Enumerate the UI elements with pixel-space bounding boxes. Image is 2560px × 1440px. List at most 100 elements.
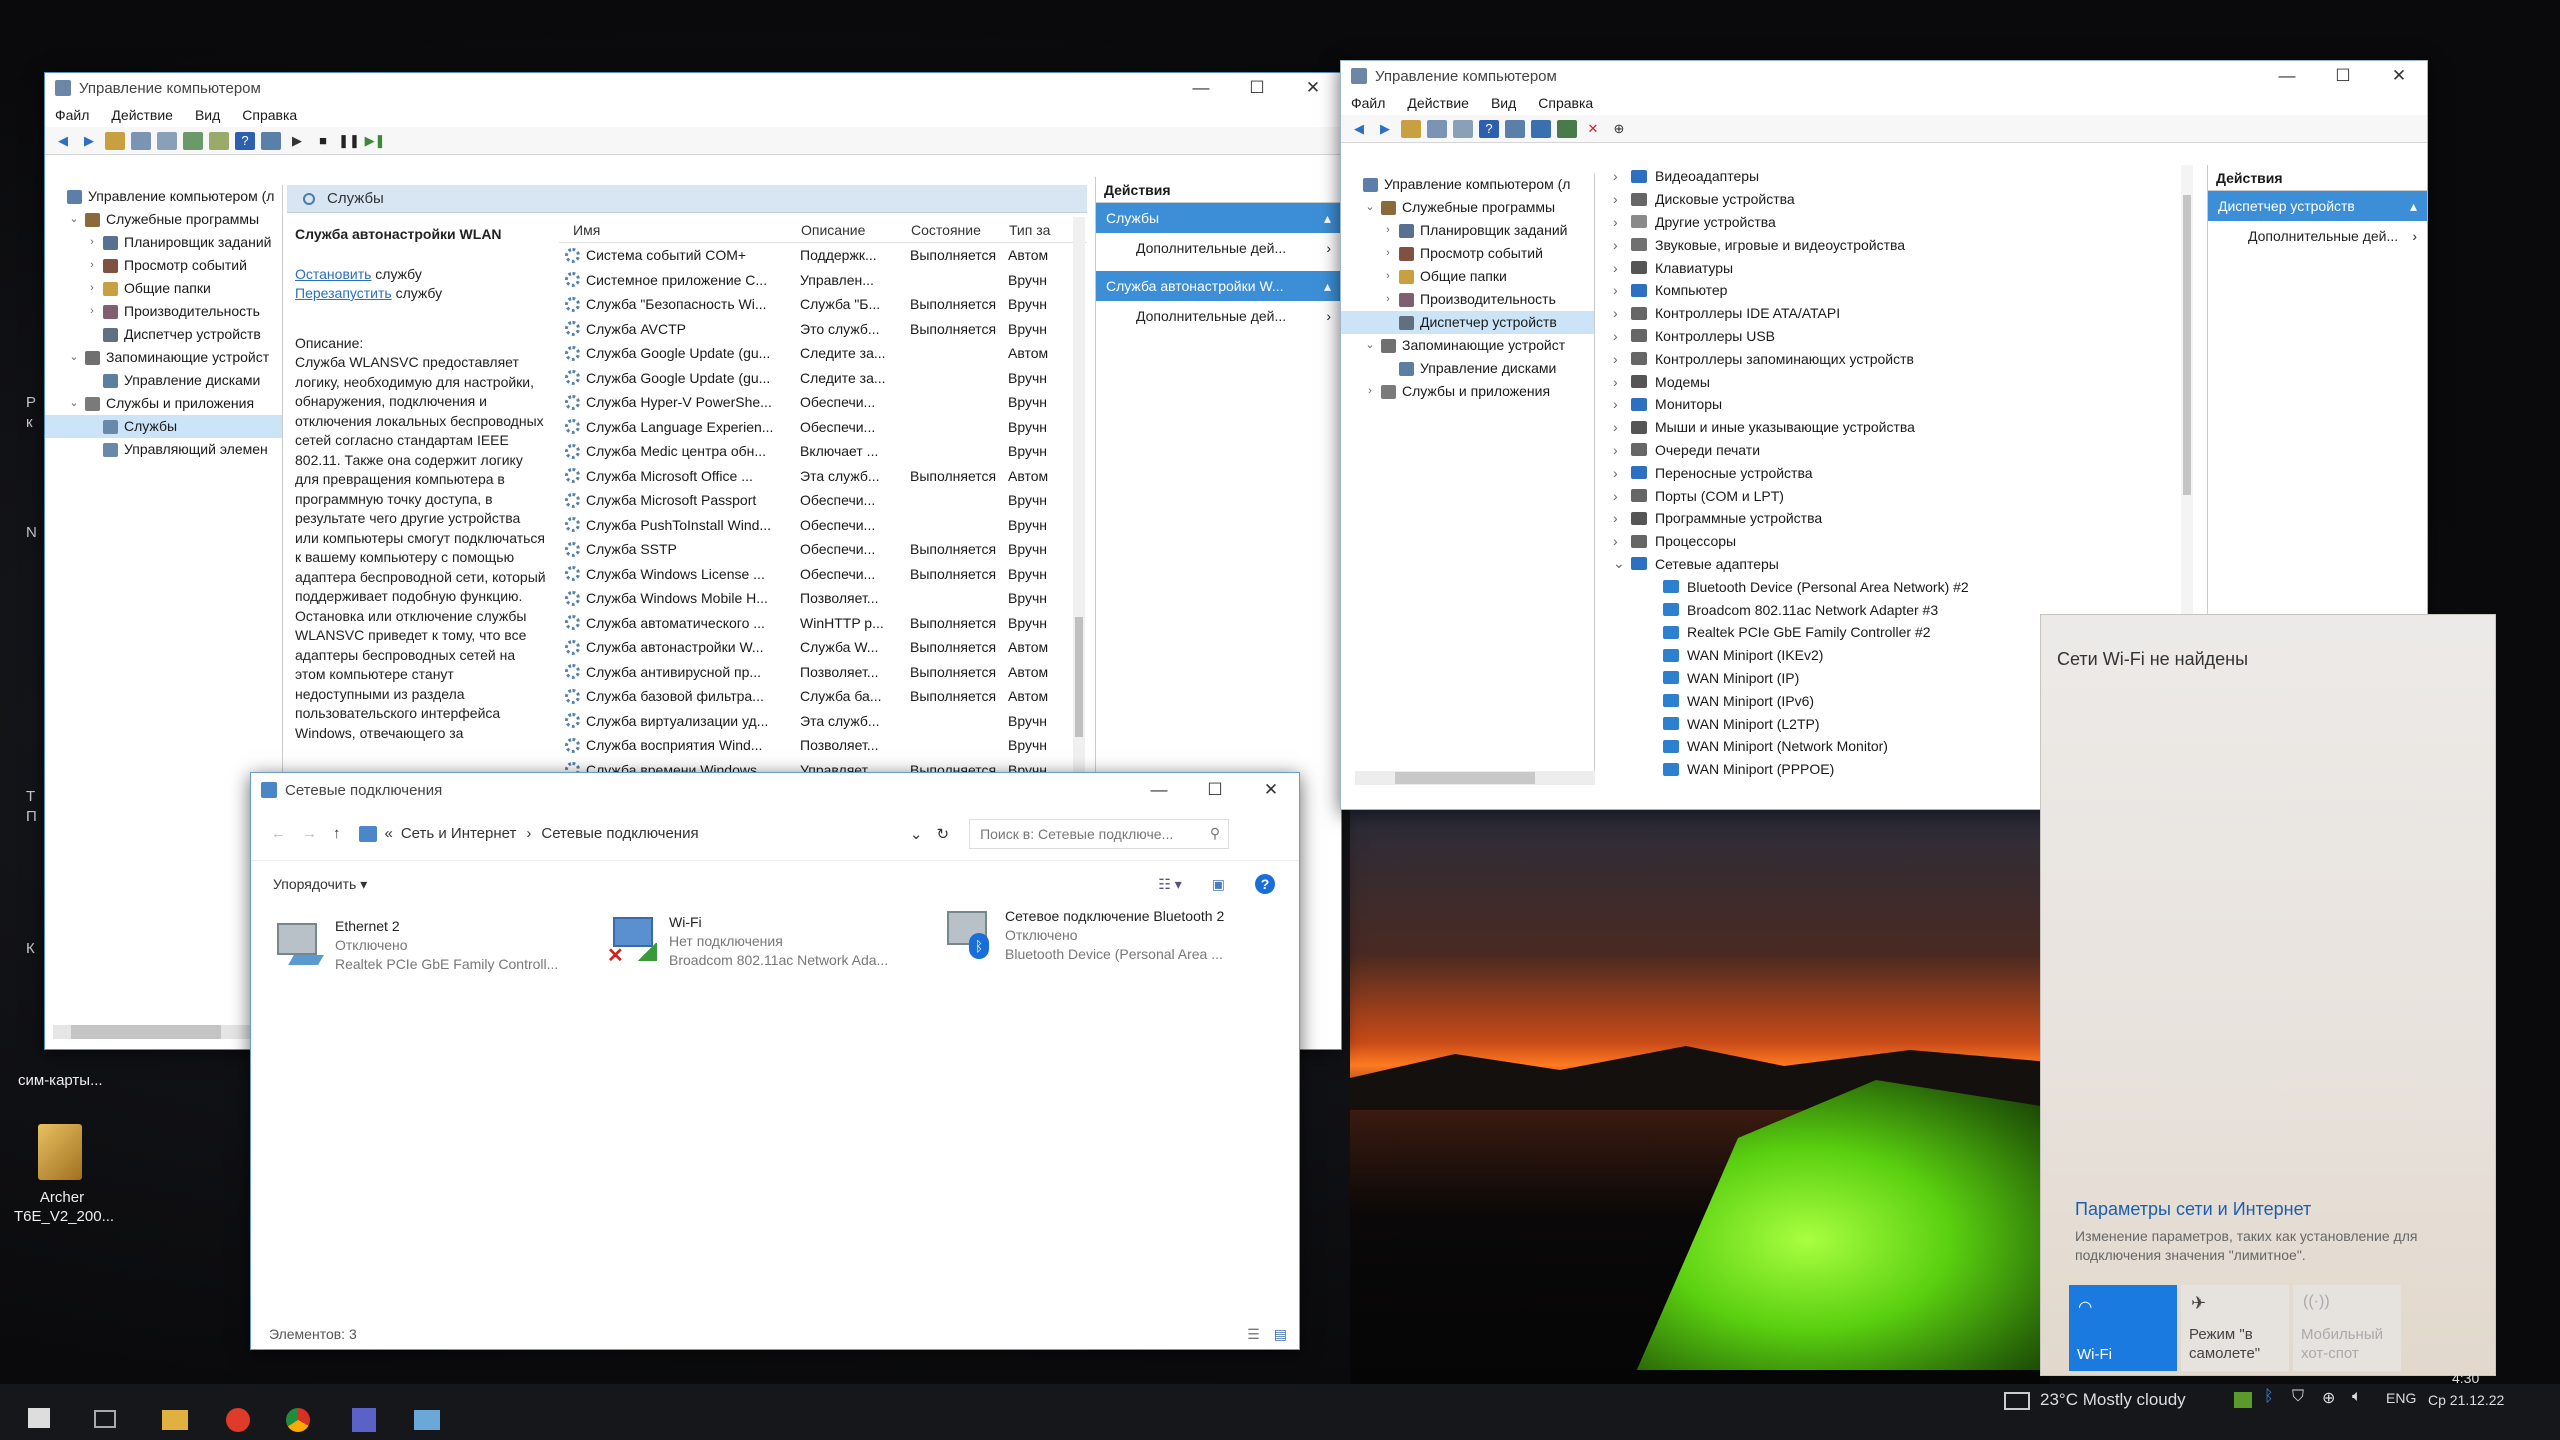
expand-arrow-icon[interactable]: › <box>1613 214 1629 230</box>
menu-help[interactable]: Справка <box>1538 95 1593 111</box>
service-row[interactable]: Системное приложение С... Управлен... Вруч… <box>559 268 1087 293</box>
expand-arrow-icon[interactable]: › <box>1613 533 1629 549</box>
service-row[interactable]: Служба AVCTP Это служб... Выполняется Вручн <box>559 317 1087 342</box>
service-row[interactable]: Служба Hyper-V PowerShe... Обеспечи... Вру… <box>559 390 1087 415</box>
expand-arrow-icon[interactable]: › <box>1613 442 1629 458</box>
start-service-icon[interactable]: ▶ <box>287 132 307 150</box>
expand-arrow-icon[interactable]: › <box>1613 465 1629 481</box>
chrome-icon[interactable] <box>286 1408 310 1432</box>
service-row[interactable]: Служба Microsoft Office ... Эта служб... В… <box>559 464 1087 489</box>
actions-group-service[interactable]: Служба автонастройки W... ▴ <box>1096 271 1341 301</box>
clock-time[interactable]: 4:30 <box>2452 1370 2479 1386</box>
uninstall-icon[interactable]: ✕ <box>1583 120 1603 138</box>
expand-arrow-icon[interactable]: › <box>1613 168 1629 184</box>
organize-menu[interactable]: Упорядочить ▾ <box>273 876 367 893</box>
preview-pane-icon[interactable]: ▣ <box>1212 876 1225 893</box>
expand-arrow-icon[interactable]: ⌄ <box>1363 334 1377 357</box>
service-row[interactable]: Служба PushToInstall Wind... Обеспечи... В… <box>559 513 1087 538</box>
title-bar[interactable]: Сетевые подключения — ☐ ✕ <box>251 773 1299 807</box>
start-icon[interactable] <box>28 1408 50 1428</box>
service-row[interactable]: Служба Language Experien... Обеспечи... Вр… <box>559 415 1087 440</box>
tree-item[interactable]: Управление дисками <box>45 369 282 392</box>
more-actions-item[interactable]: Дополнительные дей... › <box>1096 301 1341 331</box>
tree-item[interactable]: › Просмотр событий <box>1341 242 1594 265</box>
console-icon[interactable] <box>261 131 281 150</box>
device-category[interactable]: › Другие устройства <box>1603 211 2143 234</box>
connection-wifi[interactable]: ✕ Wi-Fi Нет подключения Broadcom 802.11ac … <box>607 913 888 970</box>
expand-arrow-icon[interactable]: › <box>1381 219 1395 242</box>
expand-arrow-icon[interactable]: › <box>1613 237 1629 253</box>
menu-help[interactable]: Справка <box>242 107 297 123</box>
stop-service-icon[interactable]: ■ <box>313 132 333 150</box>
task-view-icon[interactable] <box>94 1410 116 1428</box>
breadcrumb-overflow[interactable]: « <box>385 825 393 842</box>
services-scrollbar[interactable] <box>1073 217 1085 817</box>
service-row[interactable]: Служба базовой фильтра... Служба ба... Вып… <box>559 684 1087 709</box>
view-options-icon[interactable]: ☷ ▾ <box>1158 876 1181 893</box>
expand-arrow-icon[interactable]: › <box>1613 374 1629 390</box>
mobile-hotspot-tile[interactable]: ((·)) Мобильный хот-спот <box>2293 1285 2401 1371</box>
service-row[interactable]: Служба Google Update (gu... Следите за...… <box>559 366 1087 391</box>
tree-item[interactable]: Управление дисками <box>1341 357 1594 380</box>
service-row[interactable]: Служба Windows License ... Обеспечи... Вып… <box>559 562 1087 587</box>
expand-arrow-icon[interactable]: › <box>1613 328 1629 344</box>
security-icon[interactable]: ⛉ <box>2292 1388 2304 1406</box>
clock-date[interactable]: Ср 21.12.22 <box>2428 1392 2504 1408</box>
expand-arrow-icon[interactable]: ⌄ <box>1613 555 1629 572</box>
title-bar[interactable]: Управление компьютером — ☐ ✕ <box>1341 61 2427 91</box>
service-row[interactable]: Служба автоматического ... WinHTTP р... Вы… <box>559 611 1087 636</box>
archer-desktop-icon[interactable] <box>38 1124 82 1180</box>
menu-action[interactable]: Действие <box>1407 95 1469 111</box>
properties-icon[interactable] <box>157 131 177 150</box>
device-category[interactable]: › Видеоадаптеры <box>1603 165 2143 188</box>
tree-scrollbar[interactable] <box>1355 771 1595 785</box>
minimize-button[interactable]: — <box>1131 775 1187 805</box>
maximize-button[interactable]: ☐ <box>2315 61 2371 91</box>
more-actions-item[interactable]: Дополнительные дей... › <box>2208 221 2427 251</box>
tree-item[interactable]: › Производительность <box>45 300 282 323</box>
device-category[interactable]: › Контроллеры USB <box>1603 325 2143 348</box>
stop-service-link[interactable]: Остановить <box>295 266 371 282</box>
breadcrumb-network-connections[interactable]: Сетевые подключения <box>541 825 698 842</box>
expand-arrow-icon[interactable]: › <box>1613 488 1629 504</box>
weather-icon[interactable] <box>2004 1392 2030 1410</box>
chevron-down-icon[interactable]: ⌄ <box>910 825 923 843</box>
device-category[interactable]: › Очереди печати <box>1603 439 2143 462</box>
maximize-button[interactable]: ☐ <box>1187 775 1243 805</box>
help-icon[interactable]: ? <box>235 131 255 150</box>
file-explorer-icon[interactable] <box>162 1410 188 1430</box>
expand-arrow-icon[interactable]: › <box>1381 265 1395 288</box>
service-row[interactable]: Служба Windows Mobile H... Позволяет... Вр… <box>559 586 1087 611</box>
properties-icon[interactable] <box>1453 119 1473 138</box>
menu-file[interactable]: Файл <box>1351 95 1385 111</box>
close-button[interactable]: ✕ <box>1243 775 1299 805</box>
device-category[interactable]: › Порты (COM и LPT) <box>1603 484 2143 507</box>
tree-item[interactable]: Управление компьютером (л <box>1341 173 1594 196</box>
network-settings-link[interactable]: Параметры сети и Интернет <box>2075 1199 2311 1220</box>
device-category[interactable]: › Клавиатуры <box>1603 256 2143 279</box>
device-category[interactable]: › Дисковые устройства <box>1603 188 2143 211</box>
device-category[interactable]: › Мыши и иные указывающие устройства <box>1603 416 2143 439</box>
expand-arrow-icon[interactable]: › <box>1381 242 1395 265</box>
menu-view[interactable]: Вид <box>195 107 220 123</box>
tree-item[interactable]: › Планировщик заданий <box>45 231 282 254</box>
close-button[interactable]: ✕ <box>1285 73 1341 103</box>
tree-item[interactable]: › Просмотр событий <box>45 254 282 277</box>
tree-item[interactable]: ⌄ Запоминающие устройст <box>1341 334 1594 357</box>
airplane-mode-tile[interactable]: ✈ Режим "в самолете" <box>2181 1285 2289 1371</box>
device-category[interactable]: › Компьютер <box>1603 279 2143 302</box>
refresh-icon[interactable] <box>183 131 203 150</box>
tree-item[interactable]: ⌄ Службы и приложения <box>45 392 282 415</box>
device-item[interactable]: Bluetooth Device (Personal Area Network)… <box>1603 575 2143 598</box>
console-icon[interactable] <box>1505 119 1525 138</box>
minimize-button[interactable]: — <box>1173 73 1229 103</box>
expand-arrow-icon[interactable]: › <box>1381 288 1395 311</box>
connection-bluetooth[interactable]: ᛒ Сетевое подключение Bluetooth 2 Отключе… <box>943 907 1224 964</box>
expand-arrow-icon[interactable]: › <box>1613 351 1629 367</box>
more-actions-item[interactable]: Дополнительные дей... › <box>1096 233 1341 263</box>
back-icon[interactable]: ← <box>271 825 286 842</box>
expand-arrow-icon[interactable]: ⌄ <box>67 208 81 231</box>
device-category[interactable]: › Звуковые, игровые и видеоустройства <box>1603 233 2143 256</box>
service-row[interactable]: Служба SSTP Обеспечи... Выполняется Вручн <box>559 537 1087 562</box>
expand-arrow-icon[interactable]: › <box>85 231 99 254</box>
